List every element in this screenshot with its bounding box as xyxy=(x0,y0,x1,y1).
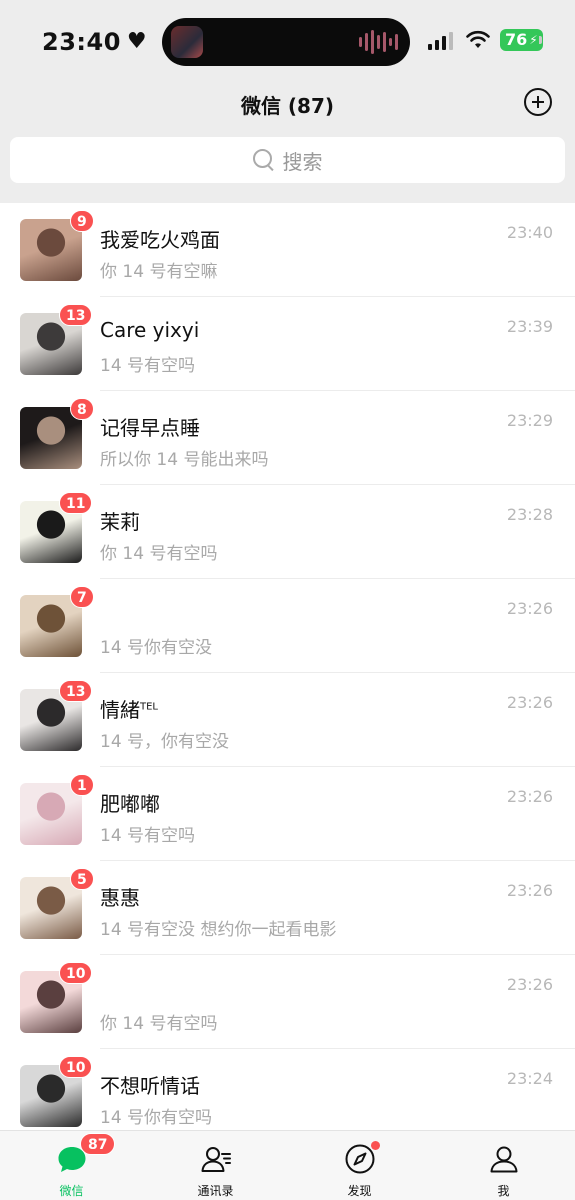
chat-name-text: Care yixyi xyxy=(100,318,200,342)
chat-time: 23:26 xyxy=(506,881,553,900)
chat-name: 惠惠 xyxy=(100,882,140,911)
chat-name-suffix: TEL xyxy=(140,701,158,713)
chat-time: 23:39 xyxy=(506,317,553,336)
chat-name: 肥嘟嘟 xyxy=(100,788,160,817)
battery-tip xyxy=(539,36,542,44)
unread-badge: 1 xyxy=(70,774,94,796)
tab-contacts[interactable]: 通讯录 xyxy=(144,1131,287,1200)
battery-indicator: 76 ⚡ xyxy=(500,29,543,51)
chat-name: 记得早点睡 xyxy=(100,412,200,441)
chat-time: 23:26 xyxy=(506,693,553,712)
tab-discover[interactable]: 发现 xyxy=(288,1131,431,1200)
tab-bar: 87 微信 通讯录 发现 我 xyxy=(0,1130,575,1200)
search-bar[interactable]: 搜索 xyxy=(10,137,565,183)
unread-badge: 10 xyxy=(59,1056,93,1078)
search-placeholder: 搜索 xyxy=(282,149,323,174)
chat-name: 不想听情话 xyxy=(100,1070,200,1099)
contacts-icon xyxy=(201,1147,231,1172)
unread-badge: 11 xyxy=(59,492,93,514)
chat-time: 23:26 xyxy=(506,599,553,618)
chat-time: 23:29 xyxy=(506,411,553,430)
chat-preview: 14 号，你有空没 xyxy=(100,732,230,752)
chat-preview: 你 14 号有空吗 xyxy=(100,1014,218,1034)
chat-row[interactable]: 9 我爱吃火鸡面 23:40 你 14 号有空嘛 xyxy=(0,203,575,297)
chat-row[interactable]: 1 肥嘟嘟 23:26 14 号有空吗 xyxy=(0,767,575,861)
clock: 23:40 ♥ xyxy=(42,28,147,56)
tab-label: 我 xyxy=(497,1184,510,1198)
tab-label: 发现 xyxy=(347,1184,372,1198)
tab-chats[interactable]: 87 微信 xyxy=(0,1131,143,1200)
chat-preview: 14 号有空没 想约你一起看电影 xyxy=(100,920,337,940)
cellular-signal-icon xyxy=(428,32,453,50)
chat-row[interactable]: 10 23:26 你 14 号有空吗 xyxy=(0,955,575,1049)
tab-chats-badge: 87 xyxy=(80,1133,116,1155)
chat-name: 情緒TEL xyxy=(100,694,158,723)
chat-preview: 你 14 号有空嘛 xyxy=(100,262,218,282)
chat-name-text: 不想听情话 xyxy=(100,1074,200,1098)
now-playing-artwork xyxy=(171,26,203,58)
add-plus-icon[interactable] xyxy=(524,88,552,116)
chat-row[interactable]: 11 茉莉 23:28 你 14 号有空吗 xyxy=(0,485,575,579)
chat-name: 我爱吃火鸡面 xyxy=(100,224,220,253)
chat-name-text: 惠惠 xyxy=(100,886,140,910)
chat-name-text: 记得早点睡 xyxy=(100,416,200,440)
heart-icon: ♥ xyxy=(126,29,148,54)
chat-time: 23:28 xyxy=(506,505,553,524)
chat-preview: 所以你 14 号能出来吗 xyxy=(100,450,269,470)
chat-preview: 14 号你有空吗 xyxy=(100,1108,213,1128)
unread-badge: 7 xyxy=(70,586,94,608)
chat-time: 23:26 xyxy=(506,787,553,806)
chat-row[interactable]: 5 惠惠 23:26 14 号有空没 想约你一起看电影 xyxy=(0,861,575,955)
dynamic-island[interactable] xyxy=(162,18,410,66)
unread-badge: 8 xyxy=(70,398,94,420)
unread-badge: 13 xyxy=(59,680,93,702)
discover-notification-dot xyxy=(371,1141,380,1150)
charging-bolt-icon: ⚡ xyxy=(529,33,538,47)
search-icon xyxy=(252,149,275,171)
chat-preview: 14 号有空吗 xyxy=(100,356,196,376)
chat-time: 23:24 xyxy=(506,1069,553,1088)
chat-name-text: 肥嘟嘟 xyxy=(100,792,160,816)
nav-header: 微信 (87) xyxy=(0,80,575,130)
unread-badge: 5 xyxy=(70,868,94,890)
wifi-icon xyxy=(466,30,490,48)
unread-badge: 13 xyxy=(59,304,93,326)
tab-me[interactable]: 我 xyxy=(432,1131,575,1200)
tab-label: 微信 xyxy=(59,1184,84,1198)
unread-badge: 10 xyxy=(59,962,93,984)
unread-badge: 9 xyxy=(70,210,94,232)
chat-name: Care yixyi xyxy=(100,318,199,342)
chat-row[interactable]: 8 记得早点睡 23:29 所以你 14 号能出来吗 xyxy=(0,391,575,485)
chat-name-text: 情緒 xyxy=(100,698,140,722)
chat-time: 23:26 xyxy=(506,975,553,994)
audio-waveform-icon xyxy=(359,30,398,54)
status-bar: 23:40 ♥ 76 ⚡ xyxy=(0,0,575,80)
clock-time: 23:40 xyxy=(42,28,121,56)
chat-name-text: 我爱吃火鸡面 xyxy=(100,228,220,252)
chat-row[interactable]: 13 Care yixyi 23:39 14 号有空吗 xyxy=(0,297,575,391)
chat-list: 9 我爱吃火鸡面 23:40 你 14 号有空嘛 13 Care yixyi 23:39 14… xyxy=(0,203,575,1130)
chat-preview: 你 14 号有空吗 xyxy=(100,544,218,564)
page-title: 微信 (87) xyxy=(240,94,335,118)
chat-preview: 14 号有空吗 xyxy=(100,826,196,846)
chat-name-text: 茉莉 xyxy=(100,510,140,534)
tab-label: 通讯录 xyxy=(197,1184,234,1198)
person-icon xyxy=(490,1146,518,1173)
chat-time: 23:40 xyxy=(506,223,553,242)
chat-row[interactable]: 7 23:26 14 号你有空没 xyxy=(0,579,575,673)
battery-level: 76 xyxy=(505,30,528,49)
chat-row[interactable]: 13 情緒TEL 23:26 14 号，你有空没 xyxy=(0,673,575,767)
chat-name: 茉莉 xyxy=(100,506,140,535)
chat-preview: 14 号你有空没 xyxy=(100,638,213,658)
chat-row[interactable]: 10 不想听情话 23:24 14 号你有空吗 xyxy=(0,1049,575,1130)
